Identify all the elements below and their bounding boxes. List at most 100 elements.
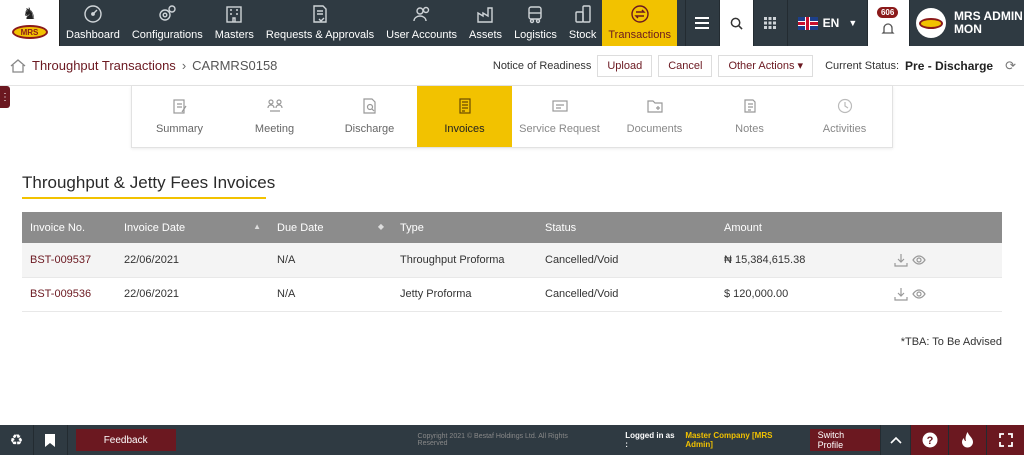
nav-item-transactions[interactable]: Transactions (602, 0, 677, 46)
truck-icon (524, 3, 546, 25)
notice-of-readiness-label: Notice of Readiness (492, 59, 592, 72)
search-icon (730, 17, 743, 30)
gauge-icon (82, 3, 104, 25)
folder-icon (646, 100, 663, 113)
nav-item-configurations[interactable]: Configurations (126, 0, 209, 46)
tab-meeting[interactable]: Meeting (227, 86, 322, 147)
clipboard-edit-icon (172, 99, 186, 114)
tab-activities[interactable]: Activities (797, 86, 892, 147)
notification-count: 606 (876, 7, 899, 18)
company-logo[interactable]: ♞ MRS (0, 0, 60, 46)
help-button[interactable]: ? (910, 425, 948, 455)
breadcrumb: Throughput Transactions › CARMRS0158 (0, 58, 277, 73)
side-panel-handle[interactable]: ⋮ (0, 86, 10, 108)
bookmark-button[interactable] (34, 425, 68, 455)
meeting-icon (266, 99, 283, 112)
invoice-number-link[interactable]: BST-009537 (22, 243, 116, 278)
fullscreen-button[interactable] (986, 425, 1024, 455)
nav-label: Assets (469, 29, 503, 41)
tab-label: Activities (822, 123, 867, 135)
nav-item-requests-approvals[interactable]: Requests & Approvals (260, 0, 380, 46)
home-icon[interactable] (10, 58, 26, 73)
nav-item-user-accounts[interactable]: User Accounts (380, 0, 463, 46)
nav-label: Logistics (514, 29, 557, 41)
status-cell: Cancelled/Void (537, 277, 716, 312)
hamburger-icon (695, 17, 710, 29)
tab-label: Invoices (444, 123, 485, 135)
download-icon[interactable] (894, 253, 908, 267)
scroll-top-button[interactable] (880, 425, 910, 455)
footer-bar: ♻ Feedback Copyright 2021 © Bestaf Holdi… (0, 425, 1024, 455)
invoice-number-link[interactable]: BST-009536 (22, 277, 116, 312)
bookmark-icon (45, 433, 56, 447)
nav-label: Configurations (131, 29, 203, 41)
language-selector[interactable]: EN ▼ (786, 0, 867, 46)
tab-summary[interactable]: Summary (132, 86, 227, 147)
column-header-status[interactable]: Status (537, 212, 716, 243)
column-label: Due Date (277, 221, 324, 234)
row-actions (886, 277, 1002, 312)
invoices-table: Invoice No. Invoice Date ▲ Due Date ◆ Ty… (22, 212, 1002, 312)
view-eye-icon[interactable] (912, 253, 926, 267)
search-button[interactable] (718, 0, 753, 46)
table-row: BST-009536 22/06/2021 N/A Jetty Proforma… (22, 277, 1002, 312)
apps-grid-button[interactable] (752, 0, 787, 46)
view-eye-icon[interactable] (912, 287, 926, 301)
user-profile[interactable]: MRS ADMIN MON (908, 0, 1024, 46)
tba-note: *TBA: To Be Advised (900, 336, 1002, 348)
nav-item-stock[interactable]: Stock (563, 0, 603, 46)
nav-label: User Accounts (386, 29, 458, 41)
column-header-actions (886, 212, 1002, 243)
nav-label: Transactions (608, 29, 671, 41)
feedback-button[interactable]: Feedback (75, 429, 176, 451)
nav-item-assets[interactable]: Assets (463, 0, 508, 46)
logged-in-label: Logged in as : (625, 431, 675, 449)
tab-label: Discharge (344, 123, 395, 135)
document-check-icon (309, 3, 331, 25)
column-header-invoice-date[interactable]: Invoice Date ▲ (116, 212, 269, 243)
tab-label: Service Request (519, 123, 600, 135)
nav-item-logistics[interactable]: Logistics (508, 0, 563, 46)
nav-label: Requests & Approvals (265, 29, 375, 41)
recycle-button[interactable]: ♻ (0, 425, 34, 455)
tab-label: Meeting (254, 123, 295, 135)
tab-bar: Summary Meeting Discharge Invoices Servi… (131, 86, 893, 148)
tab-invoices[interactable]: Invoices (417, 86, 512, 147)
tab-documents[interactable]: Documents (607, 86, 702, 147)
tab-discharge[interactable]: Discharge (322, 86, 417, 147)
sort-up-icon: ▲ (253, 222, 261, 231)
nav-label: Stock (568, 29, 597, 41)
tab-service-request[interactable]: Service Request (512, 86, 607, 147)
tab-notes[interactable]: Notes (702, 86, 797, 147)
grid-icon (764, 17, 777, 29)
tab-label: Notes (735, 123, 764, 135)
invoice-icon (458, 98, 471, 114)
column-label: Invoice Date (124, 221, 186, 234)
upload-button[interactable]: Upload (597, 54, 653, 77)
column-header-amount[interactable]: Amount (716, 212, 886, 243)
notifications-button[interactable]: 606 (866, 0, 909, 46)
chevron-up-icon (889, 436, 902, 444)
switch-profile-button[interactable]: Switch Profile (809, 429, 880, 451)
nav-item-dashboard[interactable]: Dashboard (60, 0, 126, 46)
uk-flag-icon (797, 16, 818, 30)
logo-badge: MRS (11, 25, 48, 39)
page-title: Throughput & Jetty Fees Invoices (22, 173, 276, 192)
nav-label: Dashboard (66, 29, 120, 41)
caret-down-icon: ▼ (848, 18, 858, 28)
cancel-button[interactable]: Cancel (658, 54, 713, 77)
nav-item-masters[interactable]: Masters (209, 0, 260, 46)
breadcrumb-section-link[interactable]: Throughput Transactions (32, 58, 176, 73)
due-date-cell: N/A (269, 243, 392, 278)
column-header-type[interactable]: Type (392, 212, 537, 243)
user-code: MON (953, 22, 982, 36)
hot-actions-button[interactable] (948, 425, 986, 455)
other-actions-dropdown[interactable]: Other Actions ▾ (718, 54, 814, 77)
refresh-icon[interactable]: ⟳ (1005, 58, 1016, 74)
column-header-invoice-no[interactable]: Invoice No. (22, 212, 116, 243)
breadcrumb-chevron-icon: › (181, 58, 187, 73)
column-header-due-date[interactable]: Due Date ◆ (269, 212, 392, 243)
menu-button[interactable] (684, 0, 719, 46)
document-search-icon (362, 98, 376, 114)
download-icon[interactable] (894, 287, 908, 301)
